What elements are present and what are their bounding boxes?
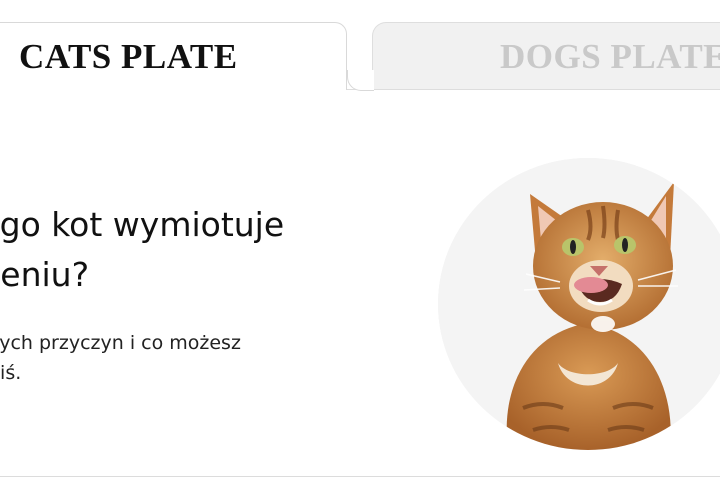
tab-dogs-plate-label: DOGS PLATE xyxy=(500,36,720,76)
article-description: stszych przyczyn i co możesz ż dziś. xyxy=(0,332,241,384)
tab-cats-plate[interactable]: CATS PLATE xyxy=(0,22,347,90)
section-divider xyxy=(0,476,720,477)
cat-photo xyxy=(438,158,720,450)
cat-photo-circle xyxy=(438,158,720,450)
article-headline[interactable]: zego kot wymiotuje dzeniu? xyxy=(0,200,402,300)
page: CATS PLATE DOGS PLATE zego kot wymiotuje… xyxy=(0,0,720,500)
tab-cats-plate-label: CATS PLATE xyxy=(19,36,238,76)
tab-corner-divider xyxy=(347,70,374,91)
tab-dogs-plate[interactable]: DOGS PLATE xyxy=(372,22,720,90)
tab-bar: CATS PLATE DOGS PLATE xyxy=(0,0,720,91)
